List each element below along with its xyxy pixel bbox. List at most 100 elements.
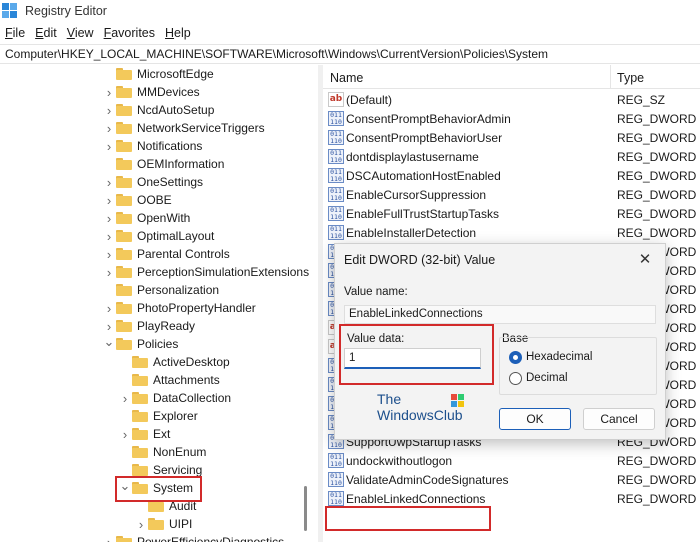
chevron-down-icon[interactable]: ⌄ (104, 333, 115, 351)
value-row[interactable]: 011 110 EnableFullTrustStartupTasks REG_DWO… (323, 204, 700, 223)
folder-icon (116, 176, 132, 188)
title-bar: Registry Editor (0, 0, 700, 22)
chevron-right-icon[interactable]: › (104, 533, 114, 542)
tree-item[interactable]: › NetworkServiceTriggers (104, 119, 265, 137)
value-row[interactable]: 011 110 undockwithoutlogon REG_DWORD (323, 451, 700, 470)
menu-view[interactable]: View (62, 26, 99, 40)
no-chevron (120, 443, 130, 461)
tree-item[interactable]: › OneSettings (104, 173, 203, 191)
key-tree[interactable]: MicrosoftEdge › MMDevices › NcdAutoSetup › Net… (0, 65, 318, 542)
tree-item[interactable]: › OptimalLayout (104, 227, 215, 245)
hexadecimal-label[interactable]: Hexadecimal (526, 351, 592, 363)
tree-item[interactable]: Personalization (104, 281, 219, 299)
value-row[interactable]: 011 110 ValidateAdminCodeSignatures REG_DWO… (323, 470, 700, 489)
tree-item-label: UIPI (169, 517, 193, 531)
binary-value-icon: 011110 (328, 187, 344, 202)
tree-item[interactable]: › NcdAutoSetup (104, 101, 215, 119)
value-row[interactable]: 011 110 DSCAutomationHostEnabled REG_DWORD (323, 166, 700, 185)
value-type: REG_SZ (617, 93, 666, 107)
folder-icon (148, 518, 164, 530)
tree-item[interactable]: › PlayReady (104, 317, 195, 335)
folder-icon (132, 374, 148, 386)
address-bar[interactable]: Computer\HKEY_LOCAL_MACHINE\SOFTWARE\Mic… (0, 44, 700, 64)
column-header-type[interactable]: Type (617, 71, 644, 85)
chevron-right-icon[interactable]: › (104, 245, 114, 263)
folder-icon (132, 392, 148, 404)
hexadecimal-radio[interactable] (509, 351, 522, 364)
window-title: Registry Editor (25, 4, 107, 18)
chevron-right-icon[interactable]: › (104, 119, 114, 137)
binary-value-icon: 011110 (328, 130, 344, 145)
cancel-button[interactable]: Cancel (583, 408, 655, 430)
value-row[interactable]: 011 110 EnableCursorSuppression REG_DWORD (323, 185, 700, 204)
tree-item[interactable]: › PerceptionSimulationExtensions (104, 263, 309, 281)
windows-logo-icon (451, 394, 465, 408)
tree-item[interactable]: OEMInformation (104, 155, 224, 173)
tree-item[interactable]: ⌄ Policies (104, 333, 179, 353)
value-row[interactable]: 011 110 dontdisplaylastusername REG_DWORD (323, 147, 700, 166)
folder-icon (116, 122, 132, 134)
menu-edit[interactable]: Edit (30, 26, 62, 40)
value-row[interactable]: 011 110 ConsentPromptBehaviorAdmin REG_DWOR… (323, 109, 700, 128)
chevron-right-icon[interactable]: › (104, 209, 114, 227)
column-separator[interactable] (610, 65, 611, 89)
chevron-right-icon[interactable]: › (104, 101, 114, 119)
folder-icon (132, 410, 148, 422)
tree-item[interactable]: › PowerEfficiencyDiagnostics (104, 533, 284, 542)
tree-item[interactable]: › PhotoPropertyHandler (104, 299, 256, 317)
menu-favorites[interactable]: Favorites (99, 26, 160, 40)
chevron-right-icon[interactable]: › (104, 191, 114, 209)
folder-icon (116, 158, 132, 170)
folder-icon (116, 104, 132, 116)
tree-item[interactable]: › Notifications (104, 137, 203, 155)
tree-item[interactable]: › OpenWith (104, 209, 191, 227)
tree-item[interactable]: NonEnum (120, 443, 206, 461)
binary-value-icon: 011110 (328, 225, 344, 240)
chevron-right-icon[interactable]: › (104, 227, 114, 245)
folder-icon (116, 230, 132, 242)
chevron-right-icon[interactable]: › (120, 425, 130, 443)
decimal-label[interactable]: Decimal (526, 372, 568, 384)
dialog-title: Edit DWORD (32-bit) Value (344, 253, 496, 267)
chevron-right-icon[interactable]: › (104, 137, 114, 155)
tree-item[interactable]: › MMDevices (104, 83, 200, 101)
chevron-right-icon[interactable]: › (136, 515, 146, 533)
close-icon[interactable]: ✕ (637, 250, 653, 268)
tree-item-label: Notifications (137, 139, 203, 153)
tree-scrollbar-thumb[interactable] (304, 486, 307, 531)
column-header-name[interactable]: Name (330, 71, 363, 85)
value-row[interactable]: ab (Default) REG_SZ (323, 90, 700, 109)
menu-file[interactable]: File (0, 26, 30, 40)
folder-icon (116, 320, 132, 332)
menu-help[interactable]: Help (160, 26, 196, 40)
tree-item[interactable]: › UIPI (136, 515, 193, 533)
tree-item-label: OOBE (137, 193, 172, 207)
no-chevron (104, 155, 114, 173)
value-row[interactable]: 011 110 ConsentPromptBehaviorUser REG_DWORD (323, 128, 700, 147)
chevron-right-icon[interactable]: › (104, 263, 114, 281)
tree-item[interactable]: Explorer (120, 407, 198, 425)
address-path: Computer\HKEY_LOCAL_MACHINE\SOFTWARE\Mic… (5, 47, 549, 61)
tree-item-label: DataCollection (153, 391, 232, 405)
tree-item[interactable]: › OOBE (104, 191, 172, 209)
tree-item[interactable]: › Ext (120, 425, 171, 443)
tree-item[interactable]: › DataCollection (120, 389, 231, 407)
base-group (499, 337, 657, 395)
tree-item[interactable]: Attachments (120, 371, 220, 389)
tree-item[interactable]: › Parental Controls (104, 245, 230, 263)
highlight-value-data (339, 324, 494, 385)
chevron-right-icon[interactable]: › (104, 299, 114, 317)
decimal-radio[interactable] (509, 372, 522, 385)
no-chevron (104, 281, 114, 299)
tree-item[interactable]: MicrosoftEdge (104, 65, 214, 83)
chevron-right-icon[interactable]: › (120, 389, 130, 407)
tree-item-label: MicrosoftEdge (137, 67, 214, 81)
tree-item[interactable]: ActiveDesktop (120, 353, 230, 371)
value-type: REG_DWORD (617, 169, 697, 183)
tree-item-label: Ext (153, 427, 171, 441)
tree-item-label: Explorer (153, 409, 198, 423)
value-row[interactable]: 011 110 EnableInstallerDetection REG_DWORD (323, 223, 700, 242)
ok-button[interactable]: OK (499, 408, 571, 430)
chevron-right-icon[interactable]: › (104, 173, 114, 191)
chevron-right-icon[interactable]: › (104, 83, 114, 101)
